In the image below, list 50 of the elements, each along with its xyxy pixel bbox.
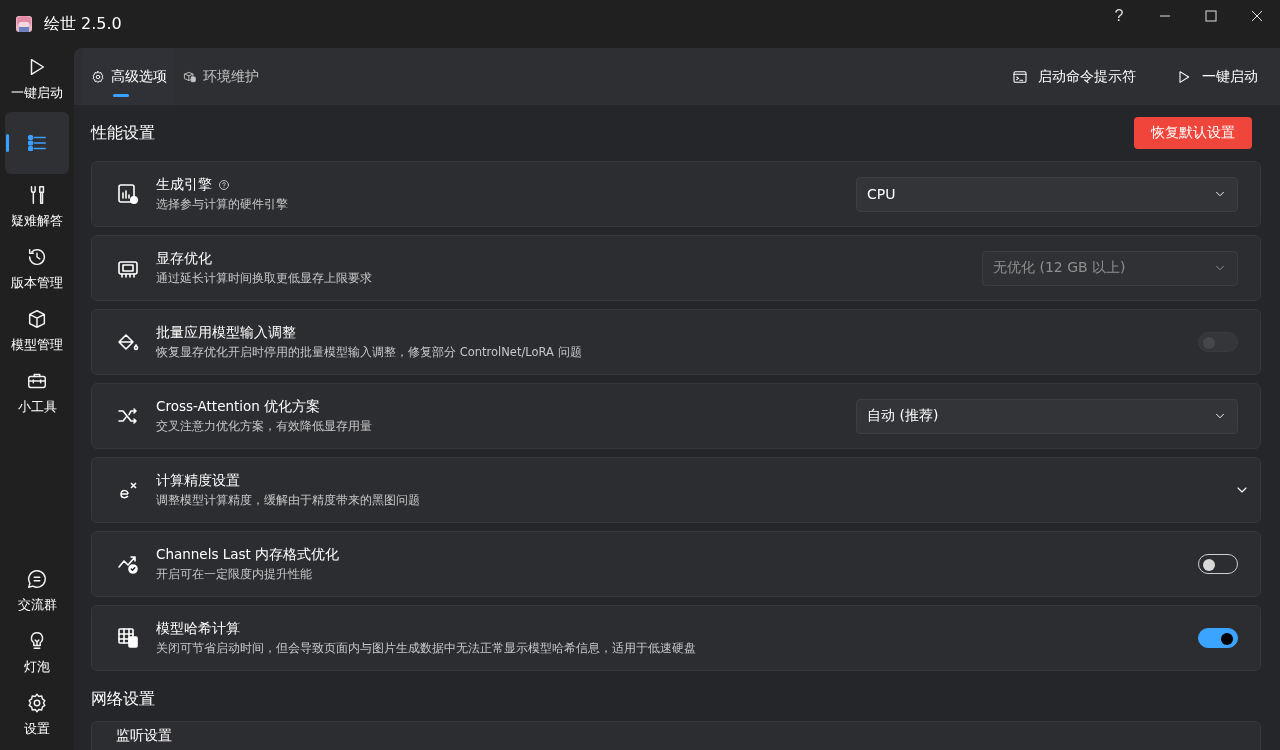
toolbar-button[interactable]: 一键启动 [1176, 67, 1258, 86]
setting-description: 关闭可节省启动时间，但会导致页面内与图片生成数据中无法正常显示模型哈希信息，适用于低速硬盘 [156, 641, 697, 656]
setting-title: 生成引擎 [156, 176, 212, 194]
section-title: 性能设置 [91, 122, 155, 144]
nav-item[interactable]: 模型管理 [5, 302, 69, 360]
maximize-icon[interactable] [1205, 10, 1217, 22]
list-icon [26, 132, 48, 154]
help-button[interactable]: ? [1096, 0, 1142, 32]
terminal-icon [1012, 68, 1028, 85]
play-icon [1176, 68, 1192, 85]
setting-title: 显存优化 [156, 250, 212, 268]
nav-item[interactable] [5, 112, 69, 174]
app-logo [16, 16, 32, 32]
setting-title: 模型哈希计算 [156, 620, 240, 638]
reset-button[interactable]: 恢复默认设置 [1134, 117, 1252, 149]
nav-item[interactable]: 版本管理 [5, 240, 69, 298]
setting-description: 交叉注意力优化方案，有效降低显存用量 [156, 419, 373, 434]
setting-title: 计算精度设置 [156, 472, 240, 490]
toolbar-button[interactable]: 启动命令提示符 [1012, 67, 1136, 86]
settings-icon [26, 692, 48, 714]
toggle-switch[interactable] [1198, 628, 1238, 648]
settings-icon [91, 69, 105, 84]
close-icon[interactable] [1251, 10, 1263, 22]
table-calculator-icon [116, 626, 140, 650]
history-icon [26, 246, 48, 268]
setting-description: 选择参与计算的硬件引擎 [156, 197, 289, 212]
nav-item[interactable]: 交流群 [5, 562, 69, 620]
setting-title: Cross-Attention 优化方案 [156, 398, 321, 416]
window-title: 绘世 2.5.0 [44, 13, 122, 35]
setting-description: 调整模型计算精度，缓解由于精度带来的黑图问题 [156, 493, 421, 508]
nav-item[interactable]: 小工具 [5, 364, 69, 422]
cube-icon [26, 308, 48, 330]
exponent-icon [118, 480, 140, 500]
setting-title: 监听设置 [116, 727, 172, 745]
nav-item[interactable]: 灯泡 [5, 624, 69, 682]
chat-icon [26, 568, 48, 590]
nav-item[interactable]: 疑难解答 [5, 178, 69, 236]
setting-description: 开启可在一定限度内提升性能 [156, 567, 313, 582]
setting-description: 通过延长计算时间换取更低显存上限要求 [156, 271, 373, 286]
chart-gear-icon [116, 182, 140, 206]
nav-item[interactable]: 设置 [5, 686, 69, 744]
package-icon [183, 69, 197, 84]
setting-title: Channels Last 内存格式优化 [156, 546, 340, 564]
nav-item[interactable]: 一键启动 [5, 50, 69, 108]
tab[interactable]: 环境维护 [175, 48, 267, 105]
dropdown[interactable]: 自动 (推荐) [856, 398, 1238, 434]
dropdown[interactable]: CPU [856, 176, 1238, 212]
section-title: 网络设置 [91, 688, 155, 710]
setting-title: 批量应用模型输入调整 [156, 324, 296, 342]
setting-description: 恢复显存优化开启时停用的批量模型输入调整，修复部分 ControlNet/LoRA 问题 [156, 345, 583, 360]
